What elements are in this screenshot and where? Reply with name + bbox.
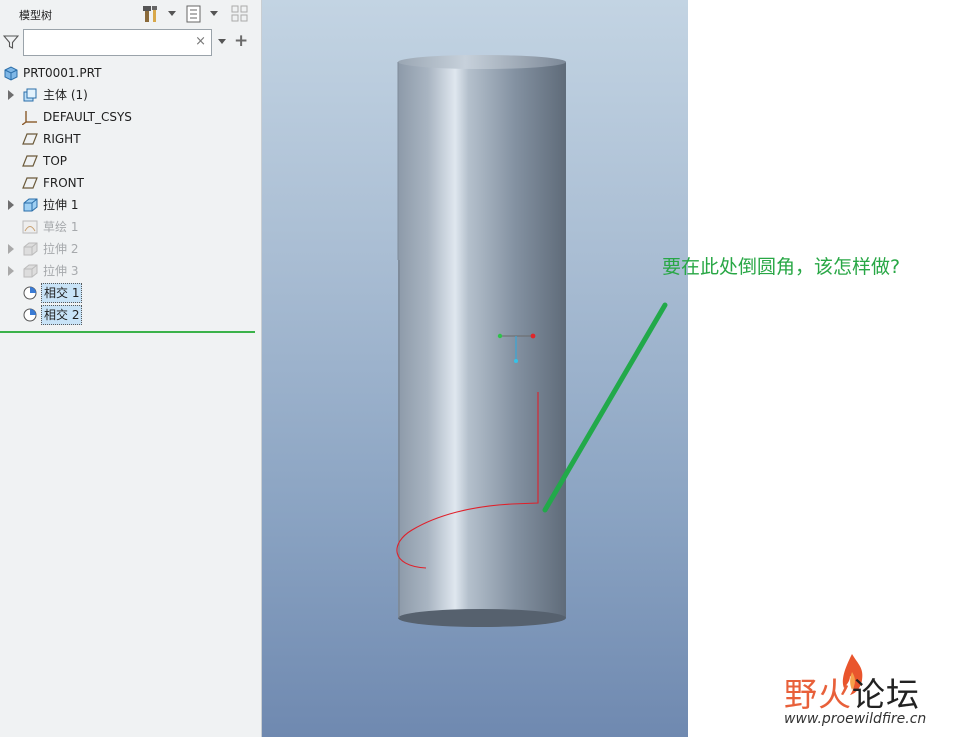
tree-item-label: 主体 (1) <box>43 88 88 102</box>
tree-item-label: TOP <box>43 154 68 168</box>
annotation-text: 要在此处倒圆角，该怎样做? <box>662 256 901 278</box>
tree-item-sketch-1[interactable]: 草绘 1 <box>0 216 261 238</box>
tree-item-extrude-1[interactable]: 拉伸 1 <box>0 194 261 216</box>
tree-filter-disabled-icon[interactable] <box>230 4 250 24</box>
extrude-icon <box>23 264 38 278</box>
tree-item-label: FRONT <box>43 176 84 190</box>
sketch-icon <box>22 220 38 234</box>
part-icon <box>4 66 18 81</box>
expand-arrow-icon[interactable] <box>8 244 14 254</box>
datum-plane-icon <box>22 133 38 145</box>
extrude-icon <box>23 198 38 212</box>
tree-item-label: 相交 1 <box>41 283 83 303</box>
tree-item-intersect-2[interactable]: 相交 2 <box>0 304 261 326</box>
logo-url: www.proewildfire.cn <box>784 711 927 727</box>
datum-plane-icon <box>22 155 38 167</box>
tree-item-intersect-1[interactable]: 相交 1 <box>0 282 261 304</box>
tree-item-top[interactable]: TOP <box>0 150 261 172</box>
tree-item-label: 拉伸 1 <box>43 198 79 212</box>
tree-item-label: 相交 2 <box>41 305 83 325</box>
tree-item-label: DEFAULT_CSYS <box>43 110 132 124</box>
logo-text: 野火论坛 <box>784 668 920 716</box>
watermark-logo: 野火论坛 www.proewildfire.cn <box>782 654 962 731</box>
settings-tools-icon[interactable] <box>142 4 162 24</box>
tree-item-right[interactable]: RIGHT <box>0 128 261 150</box>
csys-icon <box>22 111 37 125</box>
tree-item-label: RIGHT <box>43 132 81 146</box>
panel-header: 模型树 <box>0 0 261 28</box>
logo-text-b: 论坛 <box>852 675 920 714</box>
model-tree-panel: 模型树 × + PRT0001.PRT 主体 (1) DEFAULT_CSYS … <box>0 0 262 737</box>
tree-item-front[interactable]: FRONT <box>0 172 261 194</box>
tools-dropdown-caret[interactable] <box>168 11 176 16</box>
expand-arrow-icon[interactable] <box>8 200 14 210</box>
search-input[interactable] <box>28 34 188 51</box>
annotation-arrow <box>542 302 668 513</box>
tree-item-label: 拉伸 3 <box>43 264 79 278</box>
add-column-button[interactable]: + <box>234 32 248 50</box>
filter-icon[interactable] <box>3 34 19 50</box>
expand-arrow-icon[interactable] <box>8 90 14 100</box>
clear-search-icon[interactable]: × <box>195 34 206 50</box>
intersect-icon <box>23 286 37 300</box>
search-dropdown-caret[interactable] <box>218 39 226 44</box>
show-dropdown-caret[interactable] <box>210 11 218 16</box>
intersect-icon <box>23 308 37 322</box>
expand-arrow-icon[interactable] <box>8 266 14 276</box>
tree-root-item[interactable]: PRT0001.PRT <box>0 62 261 84</box>
logo-text-a: 野火 <box>784 675 852 714</box>
tree-item-default-csys[interactable]: DEFAULT_CSYS <box>0 106 261 128</box>
datum-plane-icon <box>22 177 38 189</box>
tree-item-extrude-3[interactable]: 拉伸 3 <box>0 260 261 282</box>
insert-indicator-line[interactable] <box>0 331 255 333</box>
tree-item-label: 拉伸 2 <box>43 242 79 256</box>
extrude-icon <box>23 242 38 256</box>
tree-item-extrude-2[interactable]: 拉伸 2 <box>0 238 261 260</box>
panel-title: 模型树 <box>19 9 52 22</box>
show-list-icon[interactable] <box>184 4 204 24</box>
body-icon <box>23 88 37 102</box>
tree-item-label: 草绘 1 <box>43 220 79 234</box>
tree-item-body[interactable]: 主体 (1) <box>0 84 261 106</box>
search-box[interactable]: × <box>23 29 212 56</box>
tree-root-label: PRT0001.PRT <box>23 66 102 80</box>
